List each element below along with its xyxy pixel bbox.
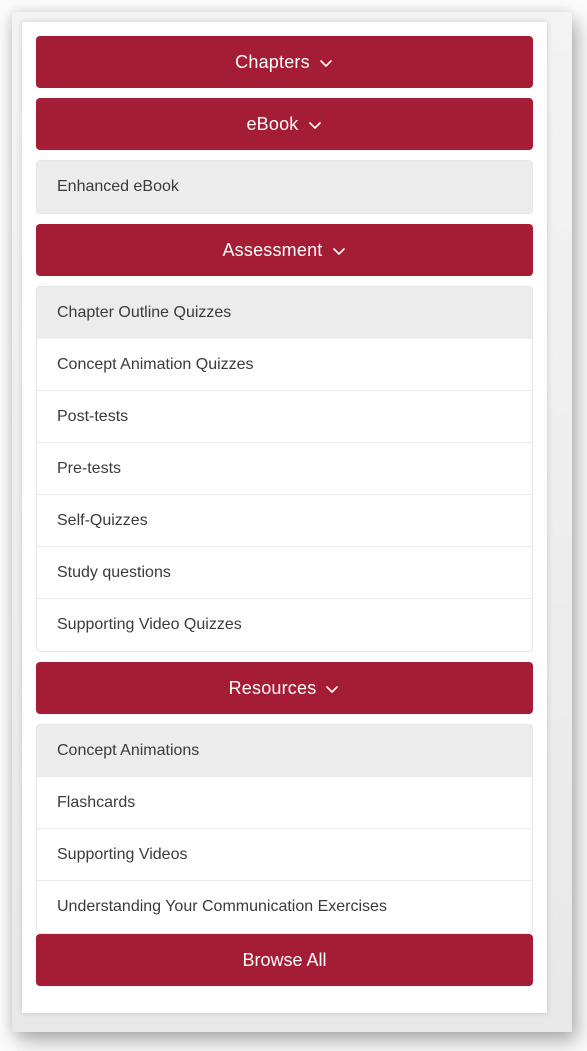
navigation-content: Chapters eBook Enhanced eBook Assessment… <box>36 36 533 986</box>
browse-all-button[interactable]: Browse All <box>36 934 533 986</box>
resources-toggle-button[interactable]: Resources <box>36 662 533 714</box>
assessment-item-pre-tests[interactable]: Pre-tests <box>37 443 532 495</box>
assessment-item-concept-animation-quizzes[interactable]: Concept Animation Quizzes <box>37 339 532 391</box>
ebook-list: Enhanced eBook <box>36 160 533 214</box>
navigation-panel: Chapters eBook Enhanced eBook Assessment… <box>22 22 547 1013</box>
chapters-label: Chapters <box>235 51 310 72</box>
chevron-down-icon <box>331 243 347 259</box>
assessment-item-post-tests[interactable]: Post-tests <box>37 391 532 443</box>
resources-list: Concept Animations Flashcards Supporting… <box>36 724 533 934</box>
assessment-item-study-questions[interactable]: Study questions <box>37 547 532 599</box>
assessment-toggle-button[interactable]: Assessment <box>36 224 533 276</box>
ebook-toggle-button[interactable]: eBook <box>36 98 533 150</box>
assessment-item-supporting-video-quizzes[interactable]: Supporting Video Quizzes <box>37 599 532 651</box>
assessment-label: Assessment <box>222 239 323 260</box>
resources-item-understanding-your-communication-exercises[interactable]: Understanding Your Communication Exercis… <box>37 881 532 933</box>
resources-item-supporting-videos[interactable]: Supporting Videos <box>37 829 532 881</box>
assessment-list: Chapter Outline Quizzes Concept Animatio… <box>36 286 533 652</box>
ebook-item-enhanced-ebook[interactable]: Enhanced eBook <box>37 161 532 213</box>
chapters-toggle-button[interactable]: Chapters <box>36 36 533 88</box>
resources-item-concept-animations[interactable]: Concept Animations <box>37 725 532 777</box>
ebook-label: eBook <box>246 113 299 134</box>
resources-item-flashcards[interactable]: Flashcards <box>37 777 532 829</box>
resources-label: Resources <box>228 677 317 698</box>
chevron-down-icon <box>324 681 340 697</box>
assessment-item-chapter-outline-quizzes[interactable]: Chapter Outline Quizzes <box>37 287 532 339</box>
chevron-down-icon <box>318 55 334 71</box>
assessment-item-self-quizzes[interactable]: Self-Quizzes <box>37 495 532 547</box>
chevron-down-icon <box>307 117 323 133</box>
